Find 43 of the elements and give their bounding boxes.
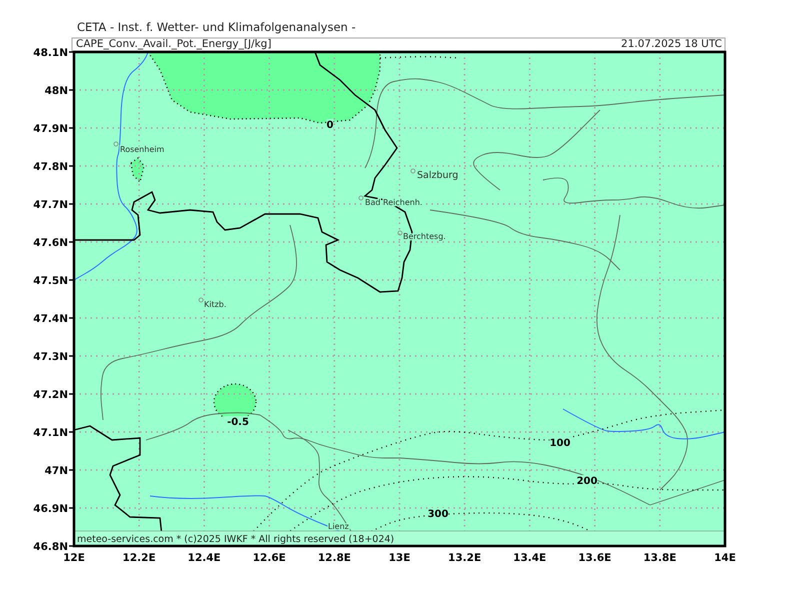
contour-label: 200 xyxy=(576,476,598,487)
longitude-label: 12.8E xyxy=(318,552,351,564)
latitude-label: 47.7N xyxy=(33,199,68,211)
latitude-label: 46.9N xyxy=(33,503,68,515)
longitude-label: 13.4E xyxy=(513,552,546,564)
longitude-label: 12.4E xyxy=(188,552,221,564)
shaded-area xyxy=(130,157,145,184)
copyright-note: meteo-services.com * (c)2025 IWKF * All rights reserved (18+024) xyxy=(77,534,394,545)
latitude-label: 47.6N xyxy=(33,237,68,249)
latitude-label: 48.1N xyxy=(33,47,68,59)
latitude-label: 47N xyxy=(44,465,68,477)
latitude-label: 47.3N xyxy=(33,351,68,363)
longitude-label: 12.6E xyxy=(252,552,286,564)
latitude-label: 46.8N xyxy=(33,541,68,553)
city-label: Kitzb. xyxy=(204,300,226,309)
contour-label: 0 xyxy=(326,120,334,131)
longitude-label: 13.8E xyxy=(643,552,676,564)
city-marker xyxy=(358,196,364,200)
latitude-label: 47.4N xyxy=(33,313,68,325)
institute-title: CETA - Inst. f. Wetter- und Klimafolgenanalysen - xyxy=(77,20,356,34)
city-label: Rosenheim xyxy=(120,145,164,154)
contour-label: -0.5 xyxy=(227,417,249,428)
longitude-label: 14E xyxy=(714,552,736,564)
city-marker xyxy=(398,230,402,236)
field-title: CAPE_Conv._Avail._Pot._Energy_[J/kg] xyxy=(76,38,272,50)
city-marker xyxy=(410,168,416,174)
valid-time: 21.07.2025 18 UTC xyxy=(621,38,722,50)
longitude-label: 12E xyxy=(63,552,85,564)
latitude-label: 47.9N xyxy=(33,123,68,135)
latitude-label: 47.5N xyxy=(33,275,68,287)
latitude-label: 48N xyxy=(44,85,68,97)
contour-label: 100 xyxy=(550,438,570,449)
city-marker xyxy=(114,142,118,146)
city-marker xyxy=(198,298,204,302)
latitude-label: 47.8N xyxy=(33,161,68,173)
latitude-label: 47.2N xyxy=(33,389,68,401)
longitude-label: 13.6E xyxy=(578,552,612,564)
city-label: Salzburg xyxy=(417,170,458,181)
longitude-label: 13.2E xyxy=(448,552,482,564)
latitude-label: 47.1N xyxy=(33,427,68,439)
longitude-label: 12.2E xyxy=(122,552,156,564)
longitude-label: 13E xyxy=(388,552,410,564)
contour-label: 300 xyxy=(428,509,448,520)
